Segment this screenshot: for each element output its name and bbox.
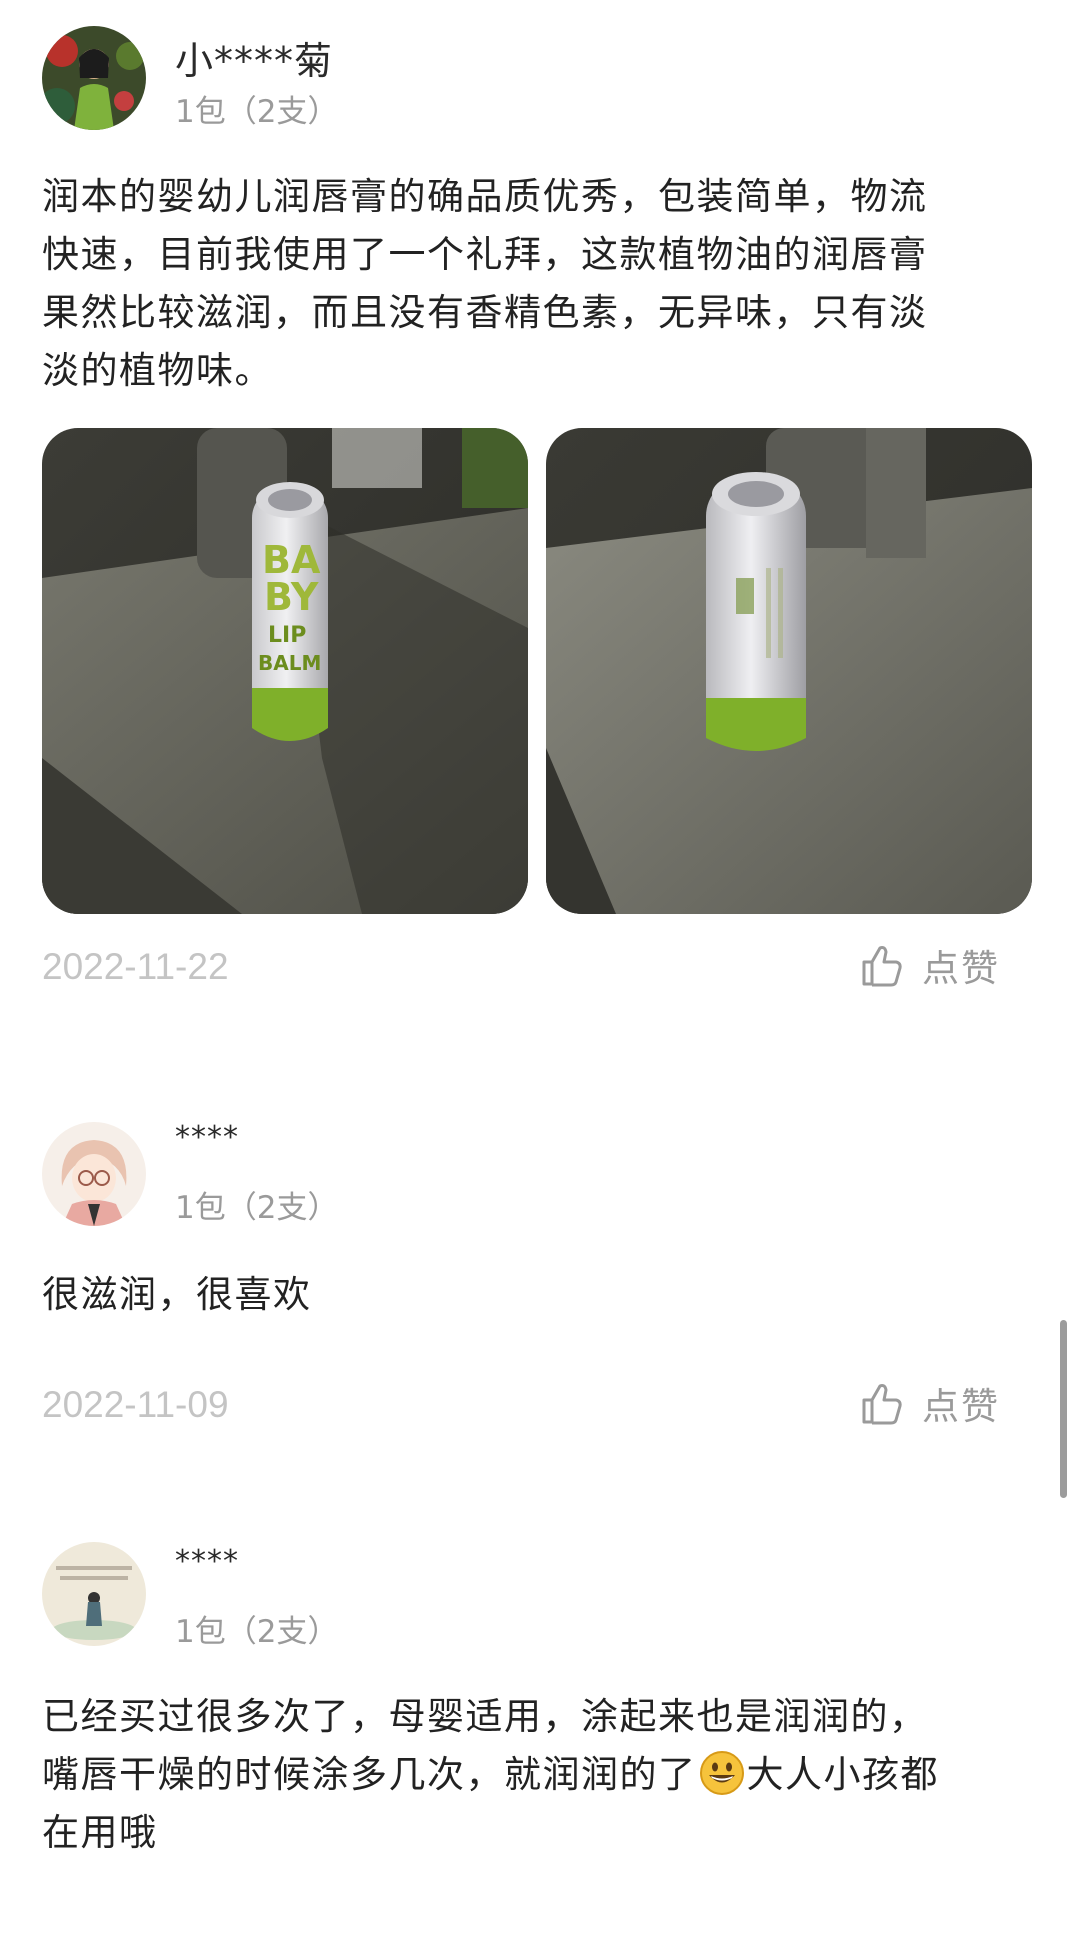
review-text-line: 润本的婴幼儿润唇膏的确品质优秀，包装简单，物流 [42, 175, 928, 218]
review-text-line: 已经买过很多次了，母婴适用，涂起来也是润润的， [42, 1695, 928, 1738]
review-text-line: 在用哦 [42, 1811, 158, 1854]
avatar[interactable] [42, 1122, 146, 1226]
like-label: 点赞 [922, 947, 1000, 990]
product-spec: 1包（2支） [175, 94, 339, 130]
like-button[interactable]: 点赞 [860, 935, 1020, 995]
review-text-line: 淡的植物味。 [42, 349, 273, 392]
product-spec: 1包（2支） [175, 1190, 339, 1226]
svg-text:LIP: LIP [268, 623, 306, 648]
review-item: **** 1包（2支） 已经买过很多次了，母婴适用，涂起来也是润润的， 嘴唇干燥… [0, 1520, 1080, 1945]
review-photo[interactable] [546, 428, 1032, 914]
user-name: **** [175, 1544, 239, 1579]
review-text-line: 快速，目前我使用了一个礼拜，这款植物油的润唇膏 [42, 233, 928, 276]
svg-text:BY: BY [264, 575, 319, 619]
scrollbar[interactable] [1060, 1320, 1067, 1498]
svg-text:BALM: BALM [258, 651, 321, 675]
review-text: 很滋润，很喜欢 [42, 1266, 1022, 1324]
review-item: **** 1包（2支） 很滋润，很喜欢 2022-11-09 点赞 [0, 1090, 1080, 1490]
thumbs-up-icon [862, 1384, 902, 1425]
avatar[interactable] [42, 1542, 146, 1646]
review-item: 小****菊 1包（2支） 润本的婴幼儿润唇膏的确品质优秀，包装简单，物流 快速… [0, 0, 1080, 1030]
review-text-line: 果然比较滋润，而且没有香精色素，无异味，只有淡 [42, 291, 928, 334]
review-photo[interactable]: BA BY LIP BALM [42, 428, 528, 914]
review-date: 2022-11-22 [42, 946, 229, 987]
avatar[interactable] [42, 26, 146, 130]
review-text-line: 很滋润，很喜欢 [42, 1273, 312, 1316]
user-name: **** [175, 1120, 239, 1155]
product-spec: 1包（2支） [175, 1614, 339, 1650]
review-text-line: 嘴唇干燥的时候涂多几次，就润润的了 大人小孩都 [42, 1746, 1022, 1804]
thumbs-up-icon [862, 946, 902, 987]
review-text: 已经买过很多次了，母婴适用，涂起来也是润润的， 嘴唇干燥的时候涂多几次，就润润的… [42, 1688, 1022, 1862]
user-name: 小****菊 [175, 39, 334, 83]
review-date: 2022-11-09 [42, 1384, 229, 1425]
like-label: 点赞 [922, 1385, 1000, 1428]
like-button[interactable]: 点赞 [860, 1373, 1020, 1433]
grinning-face-emoji-icon [699, 1751, 744, 1795]
review-text: 润本的婴幼儿润唇膏的确品质优秀，包装简单，物流 快速，目前我使用了一个礼拜，这款… [42, 168, 1022, 400]
